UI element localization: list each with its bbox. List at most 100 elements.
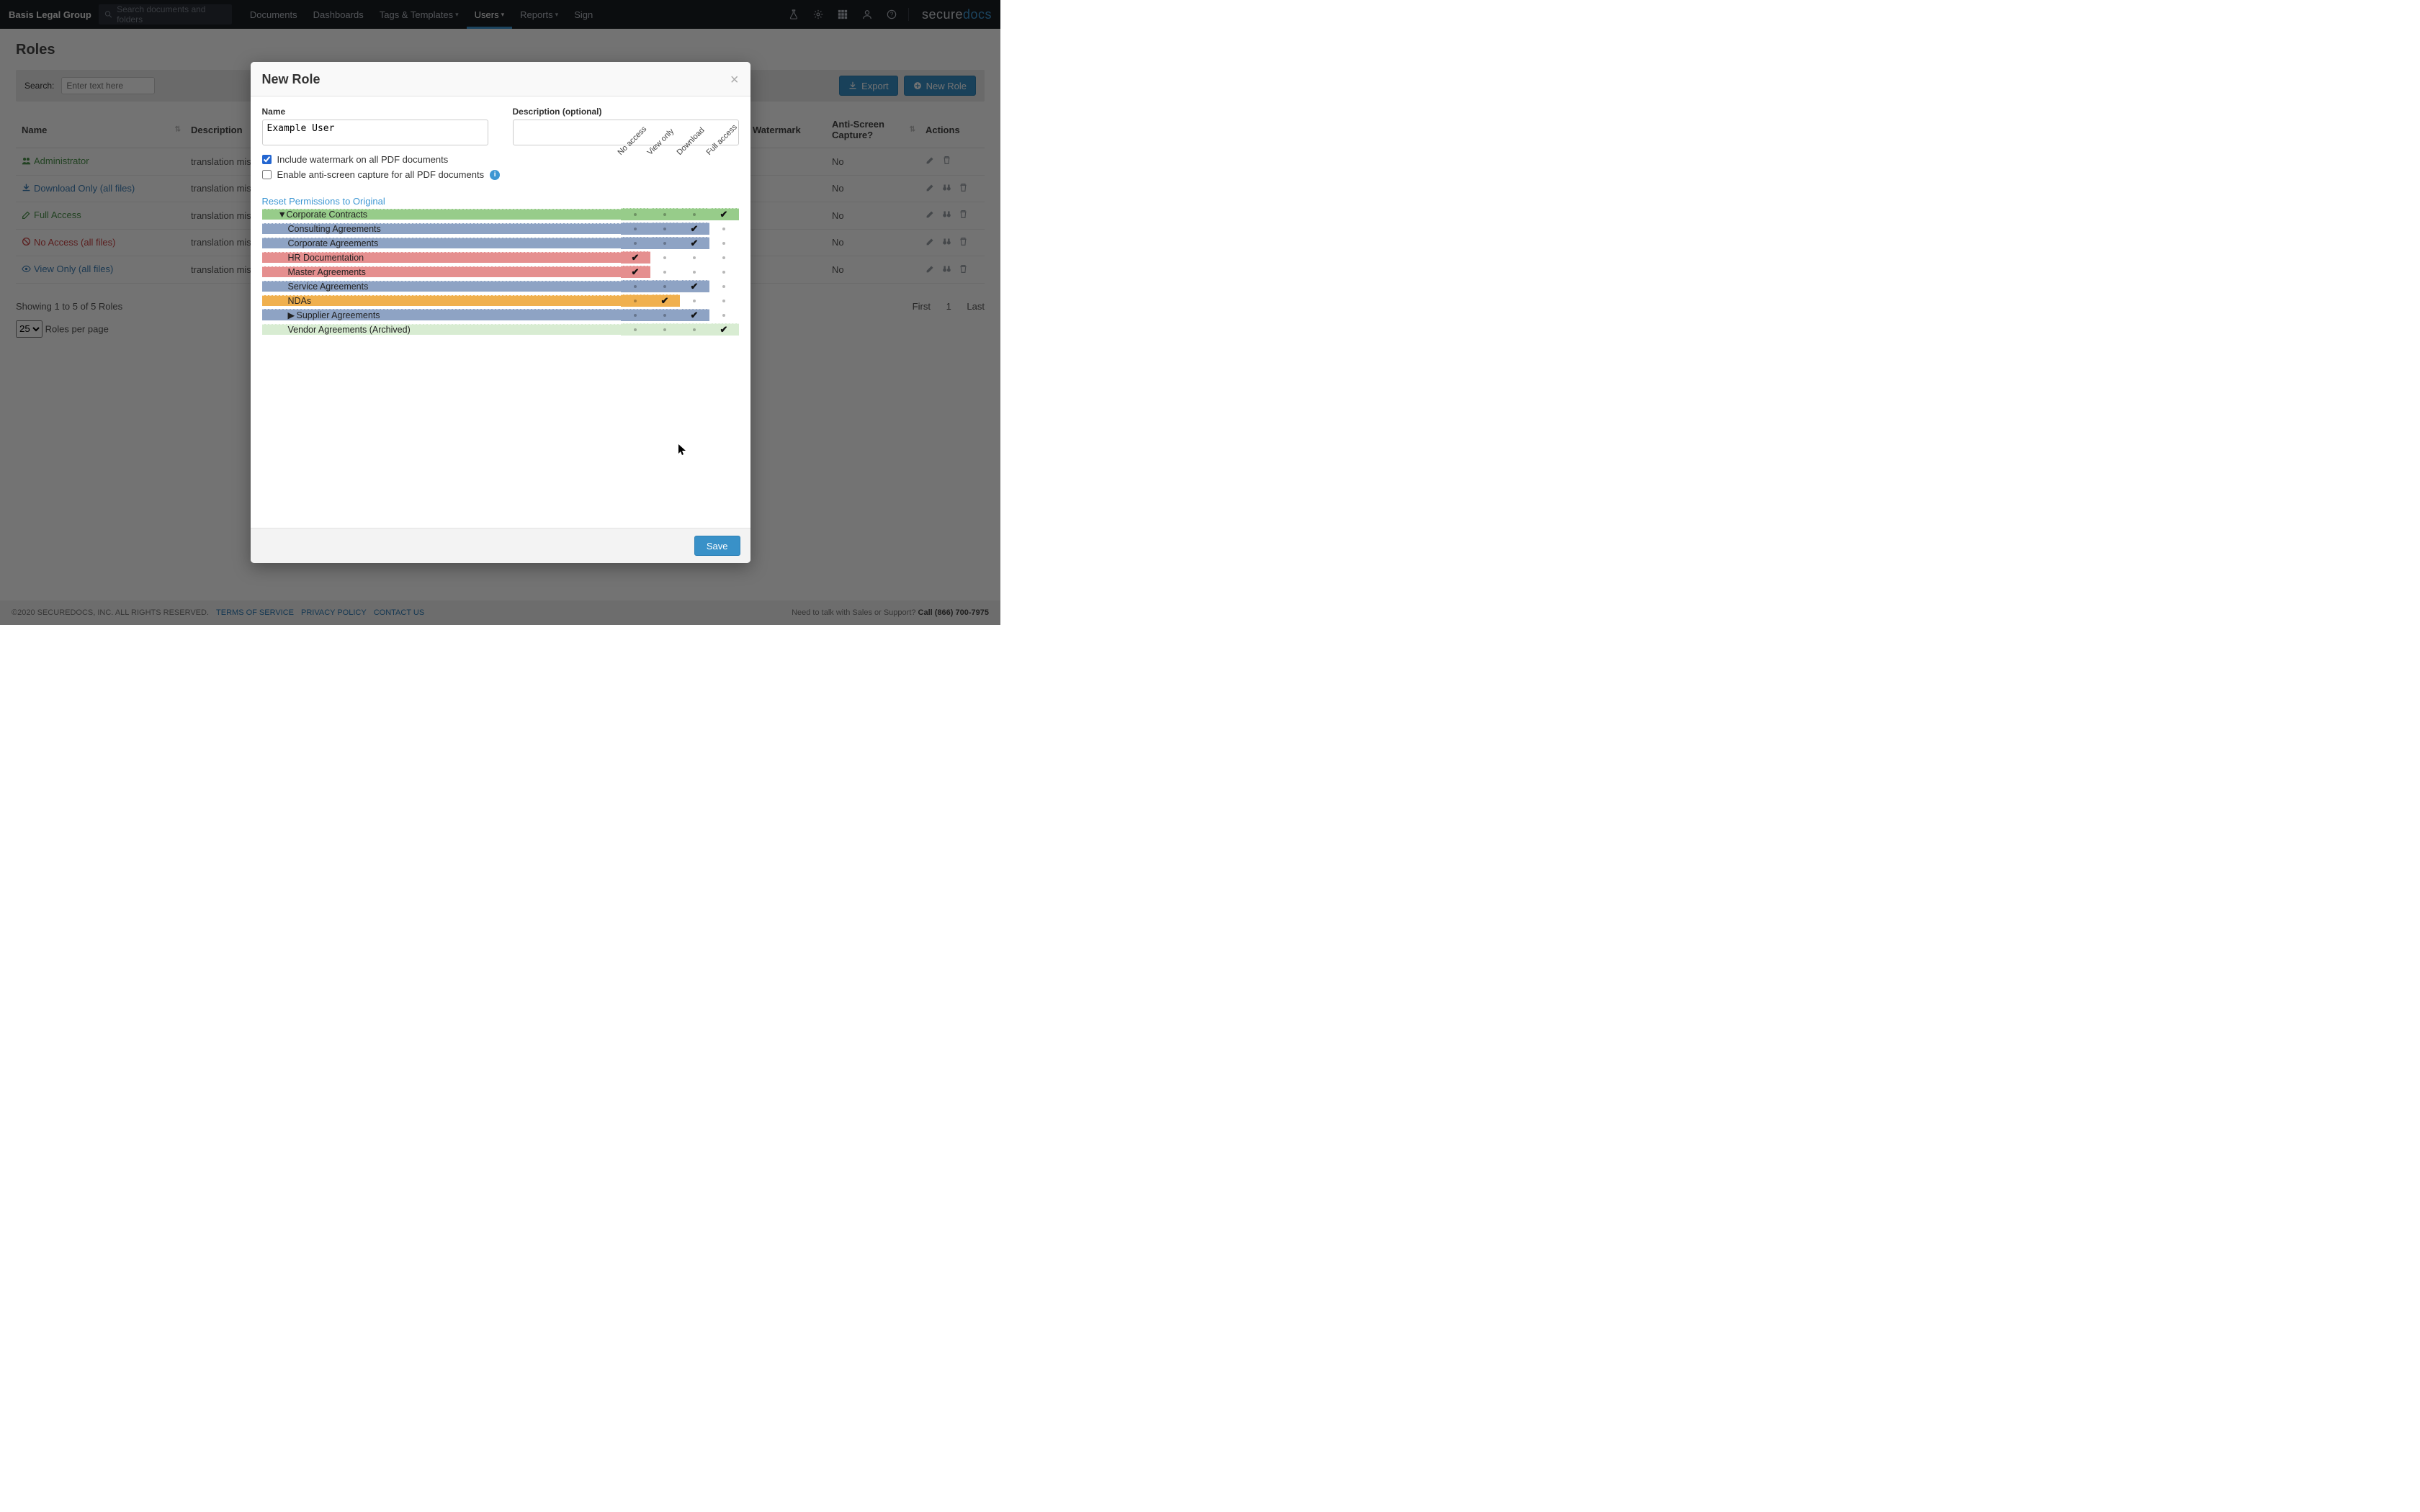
permission-row: NDAs ✔ [262, 293, 739, 307]
check-icon: ✔ [632, 266, 640, 278]
radio-dot-icon [663, 314, 666, 317]
permission-label: ▶Supplier Agreements [262, 309, 621, 320]
permission-row: Consulting Agreements ✔ [262, 221, 739, 235]
permission-cell[interactable] [650, 309, 680, 321]
check-icon: ✔ [720, 209, 728, 220]
permission-cell[interactable]: ✔ [621, 266, 650, 278]
permission-cell[interactable] [621, 237, 650, 249]
check-icon: ✔ [720, 324, 728, 336]
radio-dot-icon [634, 213, 637, 216]
info-icon[interactable]: i [490, 170, 500, 180]
permission-cell[interactable]: ✔ [680, 280, 709, 292]
permission-label: HR Documentation [262, 252, 621, 263]
anti-screen-checkbox[interactable] [262, 170, 272, 179]
permission-cell[interactable] [650, 323, 680, 336]
permission-cell[interactable] [709, 280, 739, 292]
radio-dot-icon [722, 256, 725, 259]
permission-cell[interactable] [650, 208, 680, 220]
permission-cell[interactable] [621, 208, 650, 220]
caret-down-icon[interactable]: ▼ [278, 210, 285, 220]
radio-dot-icon [693, 213, 696, 216]
permission-cell[interactable] [650, 251, 680, 264]
permission-cell[interactable] [709, 222, 739, 235]
permission-cell[interactable] [621, 323, 650, 336]
radio-dot-icon [634, 300, 637, 302]
permission-cell[interactable] [709, 309, 739, 321]
role-name-input[interactable]: Example User [262, 120, 488, 145]
permission-row: Corporate Agreements ✔ [262, 235, 739, 250]
permission-cell[interactable] [621, 222, 650, 235]
save-button[interactable]: Save [694, 536, 740, 556]
permission-cell[interactable]: ✔ [680, 237, 709, 249]
modal-overlay[interactable]: New Role × Name Example User Description… [0, 0, 1000, 625]
radio-dot-icon [693, 256, 696, 259]
permission-cell[interactable]: ✔ [680, 222, 709, 235]
permission-cell[interactable] [621, 309, 650, 321]
permission-label: ▼Corporate Contracts [262, 209, 621, 220]
radio-dot-icon [663, 285, 666, 288]
permission-cell[interactable] [680, 208, 709, 220]
permission-cell[interactable] [621, 294, 650, 307]
check-icon: ✔ [691, 310, 699, 321]
permission-cell[interactable] [709, 237, 739, 249]
permission-row: Vendor Agreements (Archived) ✔ [262, 322, 739, 336]
reset-permissions-link[interactable]: Reset Permissions to Original [262, 196, 385, 207]
permission-cell[interactable] [650, 237, 680, 249]
permission-column-headers: No access View only Download Full access [622, 148, 740, 157]
permission-cell[interactable] [650, 222, 680, 235]
permission-cell[interactable] [709, 266, 739, 278]
permission-row: Service Agreements ✔ [262, 279, 739, 293]
check-icon: ✔ [661, 295, 669, 307]
radio-dot-icon [722, 271, 725, 274]
permission-label: Corporate Agreements [262, 238, 621, 248]
radio-dot-icon [722, 285, 725, 288]
modal-footer: Save [251, 528, 750, 563]
permission-cell[interactable] [621, 280, 650, 292]
modal-title: New Role [262, 72, 321, 87]
permission-label: Vendor Agreements (Archived) [262, 324, 621, 335]
permission-cell[interactable] [680, 251, 709, 264]
radio-dot-icon [634, 285, 637, 288]
radio-dot-icon [693, 271, 696, 274]
permission-row: HR Documentation ✔ [262, 250, 739, 264]
radio-dot-icon [722, 314, 725, 317]
radio-dot-icon [634, 242, 637, 245]
permission-cell[interactable] [709, 294, 739, 307]
watermark-checkbox[interactable] [262, 155, 272, 164]
modal-header: New Role × [251, 62, 750, 96]
check-icon: ✔ [691, 223, 699, 235]
radio-dot-icon [663, 242, 666, 245]
radio-dot-icon [693, 328, 696, 331]
permission-cell[interactable] [650, 280, 680, 292]
permission-cell[interactable] [680, 323, 709, 336]
permission-label: Consulting Agreements [262, 223, 621, 234]
radio-dot-icon [663, 228, 666, 230]
close-icon[interactable]: × [730, 73, 739, 87]
permission-row: ▼Corporate Contracts ✔ [262, 207, 739, 221]
anti-screen-checkbox-row[interactable]: Enable anti-screen capture for all PDF d… [262, 169, 739, 180]
permission-cell[interactable]: ✔ [650, 294, 680, 307]
caret-right-icon[interactable]: ▶ [288, 310, 295, 320]
description-label: Description (optional) [513, 107, 739, 117]
permission-cell[interactable]: ✔ [709, 323, 739, 336]
radio-dot-icon [663, 328, 666, 331]
permission-cell[interactable] [650, 266, 680, 278]
permission-cell[interactable]: ✔ [709, 208, 739, 220]
permission-cell[interactable] [680, 266, 709, 278]
permission-cell[interactable]: ✔ [680, 309, 709, 321]
radio-dot-icon [634, 328, 637, 331]
permission-row: Master Agreements✔ [262, 264, 739, 279]
radio-dot-icon [663, 256, 666, 259]
check-icon: ✔ [632, 252, 640, 264]
permission-row: ▶Supplier Agreements ✔ [262, 307, 739, 322]
permission-cell[interactable] [709, 251, 739, 264]
radio-dot-icon [663, 213, 666, 216]
name-label: Name [262, 107, 488, 117]
permission-label: Service Agreements [262, 281, 621, 292]
radio-dot-icon [722, 228, 725, 230]
radio-dot-icon [634, 228, 637, 230]
permission-cell[interactable] [680, 294, 709, 307]
radio-dot-icon [693, 300, 696, 302]
permission-cell[interactable]: ✔ [621, 251, 650, 264]
permission-label: NDAs [262, 295, 621, 306]
